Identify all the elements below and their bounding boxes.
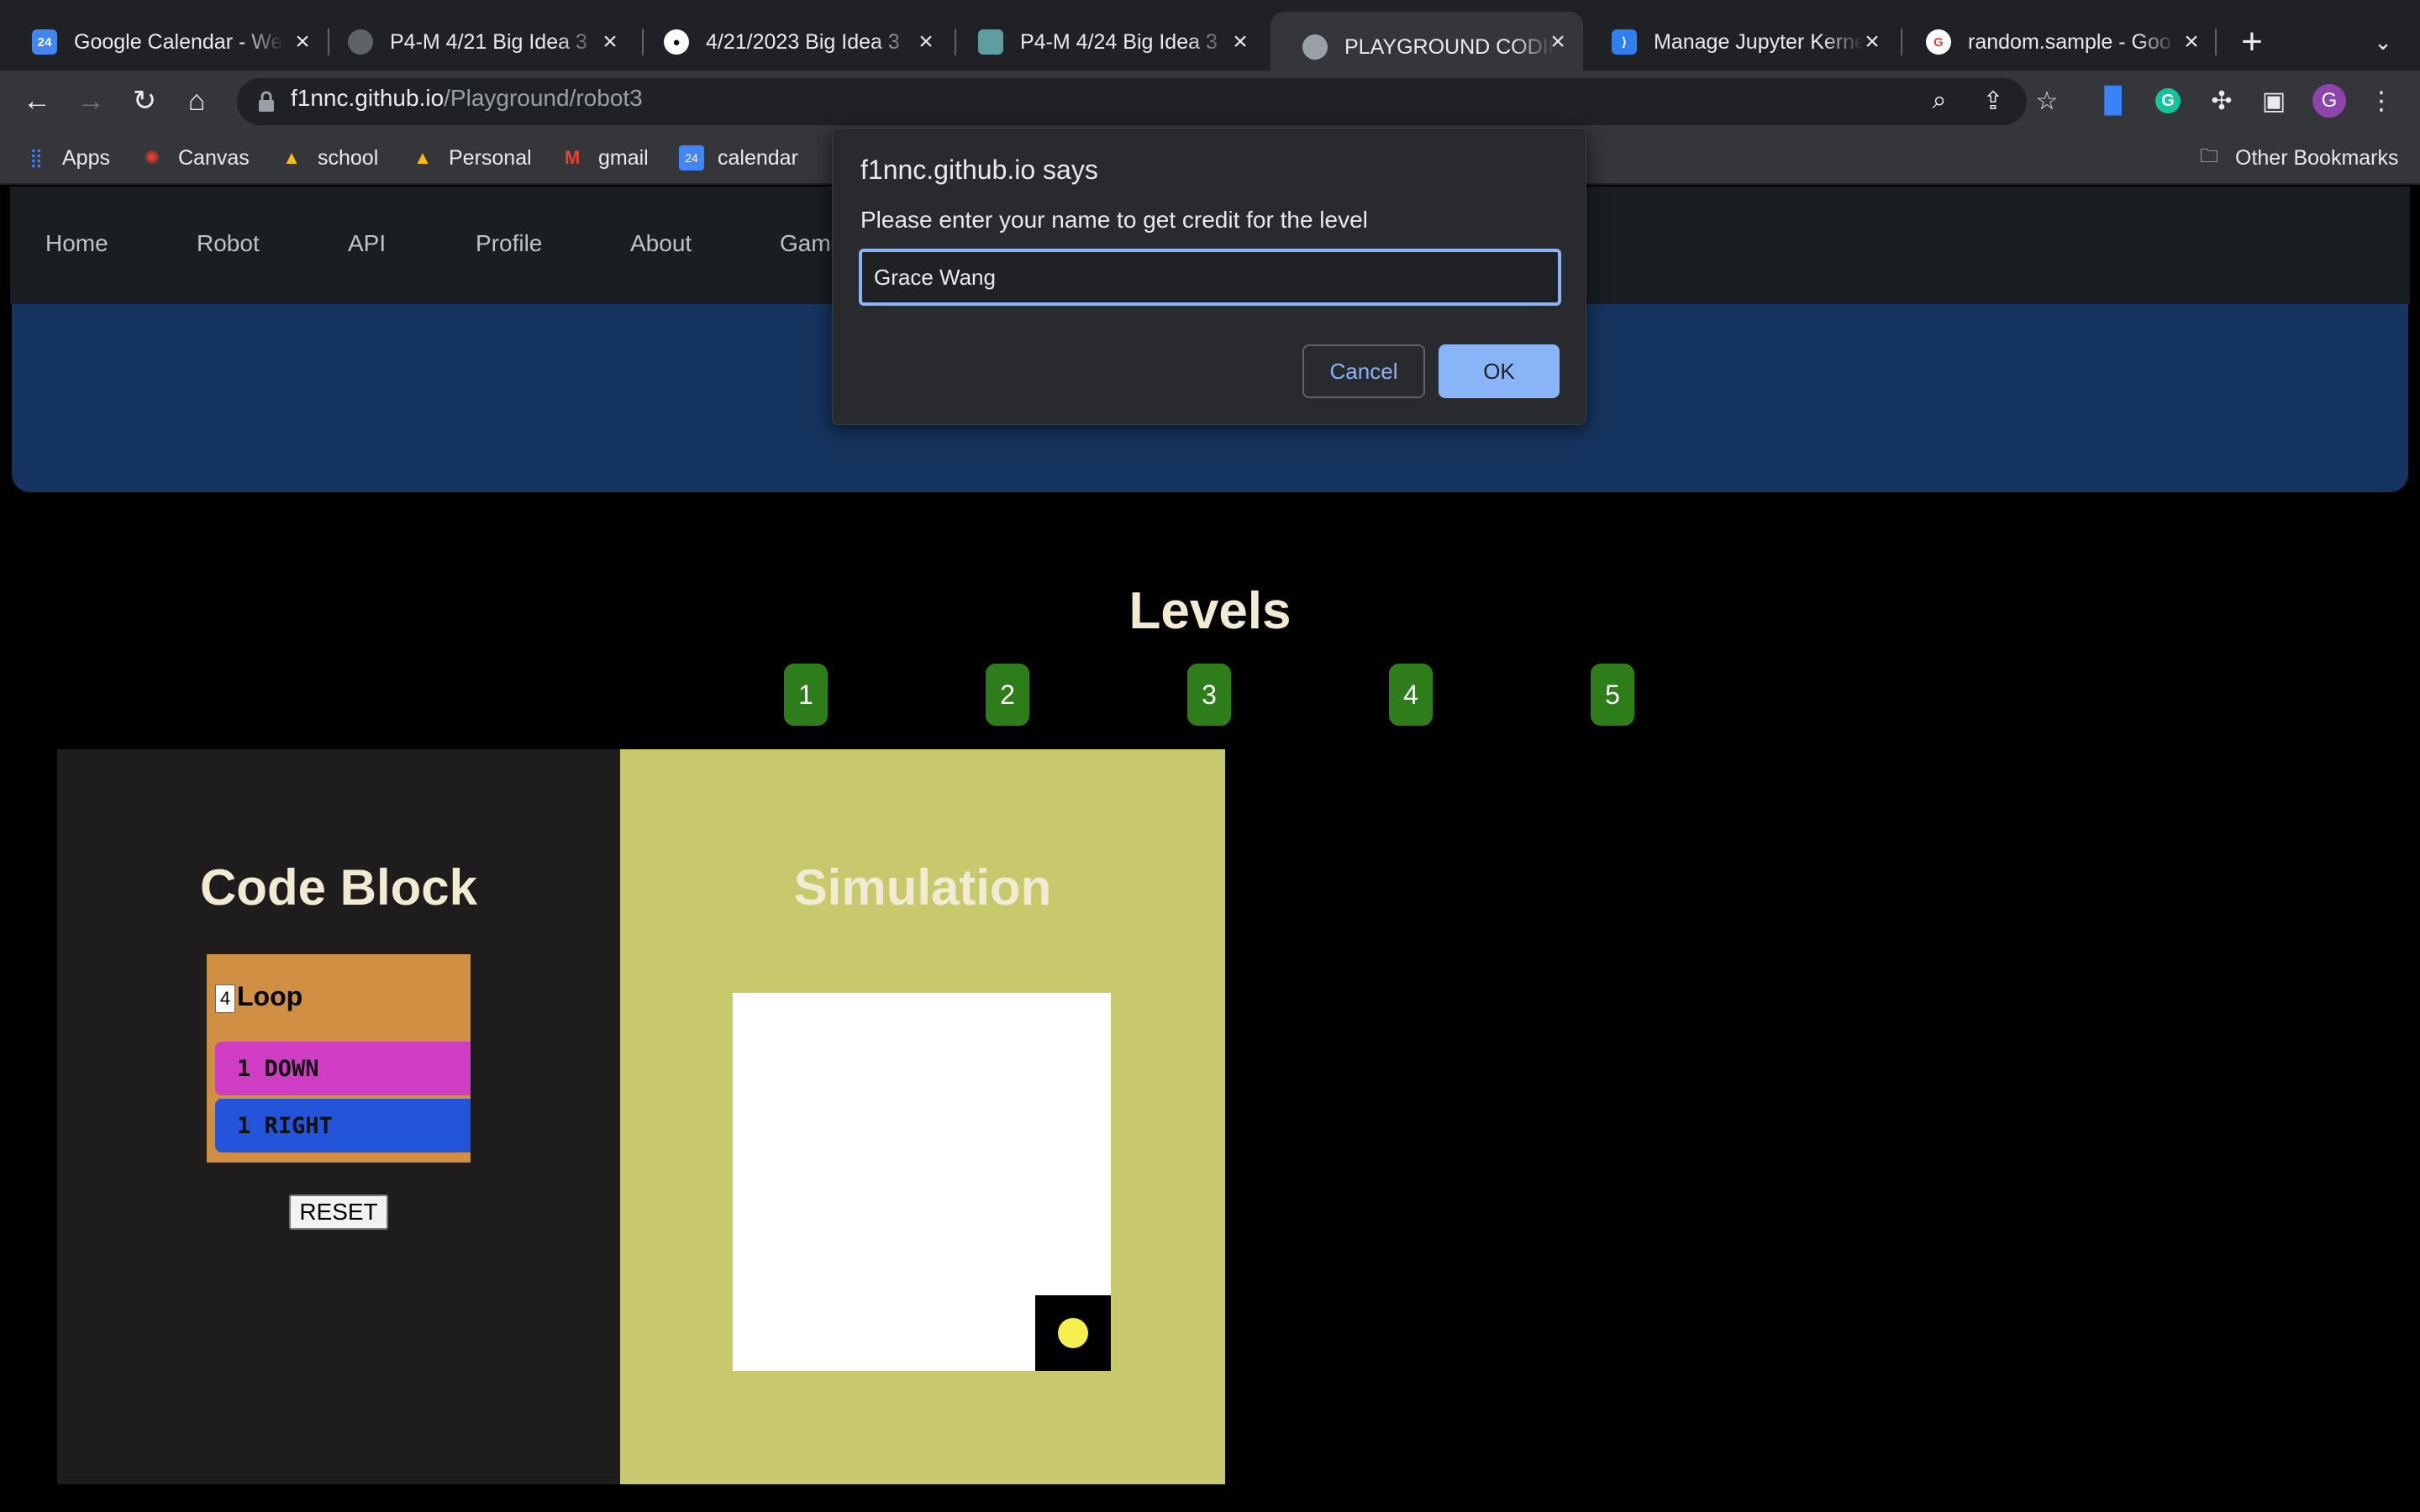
- home-button[interactable]: ⌂: [176, 81, 217, 121]
- name-input[interactable]: [859, 249, 1561, 306]
- close-icon[interactable]: ×: [595, 27, 625, 57]
- bookmark-label: Other Bookmarks: [2235, 145, 2399, 170]
- globe-icon: [1302, 34, 1328, 60]
- robot: [1058, 1318, 1088, 1348]
- reset-button[interactable]: RESET: [289, 1194, 388, 1230]
- menu-kebab-icon[interactable]: ⋮: [2361, 81, 2402, 121]
- tab-p4m-421[interactable]: P4-M 4/21 Big Idea 3 ×: [316, 12, 635, 72]
- nav-api[interactable]: API: [348, 230, 386, 257]
- close-icon[interactable]: ×: [1225, 27, 1255, 57]
- bookmark-label: Apps: [62, 145, 110, 170]
- close-icon[interactable]: ×: [911, 27, 941, 57]
- bookmark-apps[interactable]: ⣿ Apps: [24, 141, 110, 175]
- lock-icon[interactable]: [257, 91, 276, 113]
- drive-icon: ▲: [282, 147, 301, 168]
- calendar-icon: 24: [32, 29, 57, 55]
- down-command-block[interactable]: 1 DOWN: [215, 1042, 471, 1095]
- close-icon[interactable]: ×: [1543, 27, 1573, 57]
- bookmark-label: gmail: [598, 145, 649, 170]
- extensions-puzzle-icon[interactable]: ✣: [2202, 81, 2242, 121]
- nav-about[interactable]: About: [630, 230, 692, 257]
- new-tab-button[interactable]: +: [2232, 21, 2272, 62]
- bookmark-label: Personal: [449, 145, 532, 170]
- canvas-icon: ✺: [144, 147, 160, 168]
- avatar: G: [2312, 84, 2346, 118]
- back-button[interactable]: ←: [17, 81, 57, 121]
- apps-grid-icon: ⣿: [29, 147, 44, 168]
- bookmark-star-icon[interactable]: ☆: [2027, 81, 2067, 121]
- drive-icon: ▲: [413, 147, 432, 168]
- close-icon[interactable]: ×: [2176, 27, 2207, 57]
- loop-count-input[interactable]: 4: [215, 984, 235, 1013]
- gmail-icon: M: [564, 147, 581, 168]
- simulation-title: Simulation: [793, 859, 1052, 916]
- share-icon[interactable]: ⇪: [1973, 81, 2013, 121]
- tab-p4m-424[interactable]: P4-M 4/24 Big Idea 3 ×: [946, 12, 1265, 72]
- code-block-title: Code Block: [199, 859, 478, 916]
- ok-button[interactable]: OK: [1439, 344, 1560, 398]
- side-panel-icon[interactable]: ▣: [2254, 81, 2294, 121]
- profile-avatar[interactable]: G: [2309, 81, 2349, 121]
- bookmark-school[interactable]: ▲ school: [279, 141, 378, 175]
- url-path: /Playground/robot3: [444, 85, 643, 111]
- calendar-icon: 24: [679, 145, 704, 171]
- cancel-button[interactable]: Cancel: [1302, 344, 1425, 398]
- bookmark-label: calendar: [718, 145, 798, 170]
- dialog-message: Please enter your name to get credit for…: [860, 207, 1368, 233]
- fastpages-icon: [978, 29, 1003, 55]
- loop-label: Loop: [237, 981, 303, 1011]
- tab-random-sample[interactable]: G random.sample - Goo ×: [1894, 12, 2217, 72]
- tab-github-421[interactable]: ● 4/21/2023 Big Idea 3 ×: [632, 12, 951, 72]
- bookmark-label: school: [318, 145, 379, 170]
- nav-profile[interactable]: Profile: [476, 230, 542, 257]
- tab-google-calendar[interactable]: 24 Google Calendar - We ×: [0, 12, 328, 72]
- bookmark-gmail[interactable]: M gmail: [560, 141, 649, 175]
- bookmark-personal[interactable]: ▲ Personal: [410, 141, 532, 175]
- bookmark-other[interactable]: 🗀 Other Bookmarks: [2196, 141, 2399, 175]
- levels-heading: Levels: [1128, 582, 1292, 640]
- level-5-button[interactable]: 5: [1591, 664, 1634, 726]
- right-command-block[interactable]: 1 RIGHT: [215, 1099, 471, 1152]
- globe-search-icon: [348, 29, 373, 55]
- nav-home[interactable]: Home: [45, 230, 108, 257]
- bookmark-label: Canvas: [178, 145, 250, 170]
- github-icon: ●: [664, 29, 689, 55]
- url-text[interactable]: f1nnc.github.io/Playground/robot3: [291, 85, 643, 112]
- tab-separator: [2215, 29, 2217, 55]
- level-2-button[interactable]: 2: [986, 664, 1029, 726]
- vscode-icon: ⟩: [1612, 29, 1637, 55]
- dialog-title: f1nnc.github.io says: [860, 155, 1098, 185]
- level-4-button[interactable]: 4: [1389, 664, 1433, 726]
- bookmark-canvas[interactable]: ✺ Canvas: [139, 141, 250, 175]
- url-host: f1nnc.github.io: [291, 85, 445, 111]
- close-icon[interactable]: ×: [287, 27, 318, 57]
- close-icon[interactable]: ×: [1857, 27, 1887, 57]
- level-3-button[interactable]: 3: [1187, 664, 1231, 726]
- forward-button[interactable]: →: [71, 81, 111, 121]
- google-icon: G: [1926, 29, 1951, 55]
- zoom-icon[interactable]: ⌕: [1919, 81, 1960, 121]
- level-1-button[interactable]: 1: [784, 664, 828, 726]
- reload-button[interactable]: ↻: [124, 81, 165, 121]
- bookmark-calendar[interactable]: 24 calendar: [679, 141, 798, 175]
- chevron-down-icon[interactable]: ⌄: [2365, 24, 2402, 60]
- tab-jupyter-kernels[interactable]: ⟩ Manage Jupyter Kerne ×: [1580, 12, 1897, 72]
- folder-icon: 🗀: [2199, 145, 2218, 166]
- grammarly-extension-icon[interactable]: G: [2148, 81, 2188, 121]
- nav-robot[interactable]: Robot: [197, 230, 260, 257]
- trello-extension-icon[interactable]: ▉: [2094, 81, 2134, 121]
